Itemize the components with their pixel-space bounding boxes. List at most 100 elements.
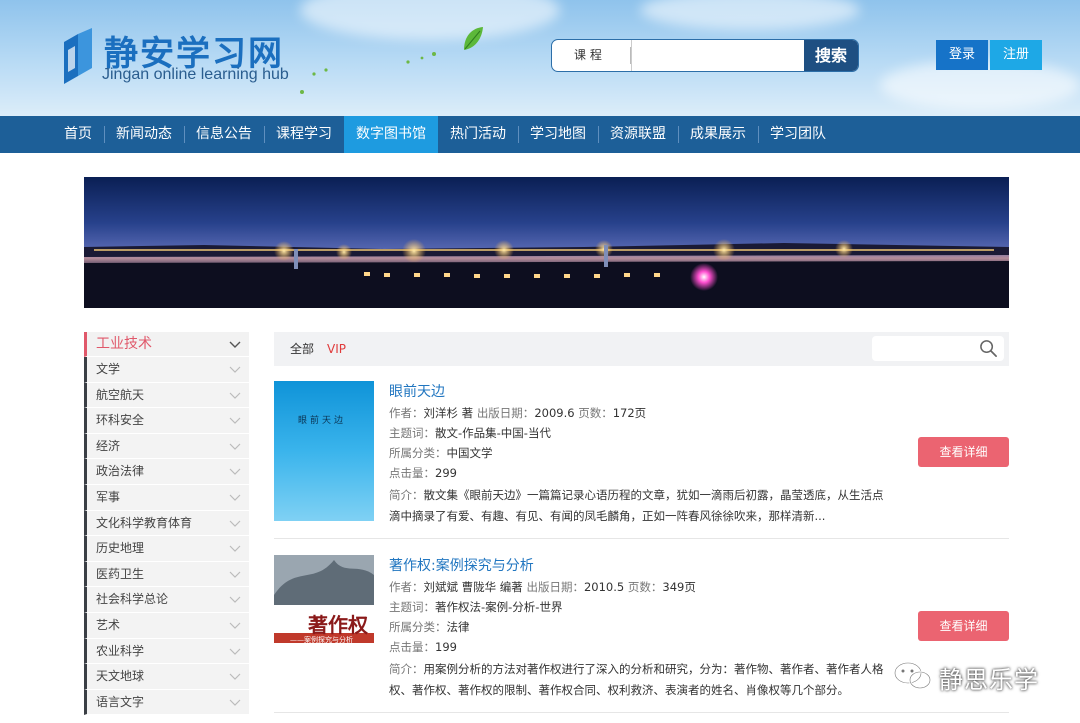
leaf-icon bbox=[464, 27, 483, 50]
book-cover[interactable]: 眼前天边 bbox=[274, 381, 374, 521]
book-summary: 简介：散文集《眼前天边》一篇篇记录心语历程的文章，犹如一滴雨后初露，晶莹透底，从… bbox=[389, 488, 884, 523]
view-details-button[interactable]: 查看详细 bbox=[918, 611, 1009, 641]
sidebar-item-label: 社会科学总论 bbox=[96, 592, 169, 607]
sidebar-item-economy[interactable]: 经济 bbox=[84, 433, 249, 460]
book-subject-line: 主题词：著作权法-案例-分析-世界 bbox=[389, 600, 563, 614]
book-list-item: 眼前天边 眼前天边 作者：刘洋杉 著 出版日期：2009.6 页数：172页 主… bbox=[274, 381, 1009, 541]
nav-item-resource-alliance[interactable]: 资源联盟 bbox=[598, 116, 678, 153]
banner-image bbox=[84, 177, 1009, 308]
book-author-line: 作者：刘斌斌 曹陇华 编著 出版日期：2010.5 页数：349页 bbox=[389, 580, 696, 594]
book-cover[interactable]: 著作权 ——案例探究与分析 bbox=[274, 555, 374, 695]
nav-item-home[interactable]: 首页 bbox=[52, 116, 104, 153]
logo-subtitle: Jingan online learning hub bbox=[102, 66, 289, 83]
sidebar-item-history-geography[interactable]: 历史地理 bbox=[84, 536, 249, 562]
sidebar-item-label: 天文地球 bbox=[96, 669, 145, 684]
logo-book-icon bbox=[64, 28, 92, 84]
chevron-down-icon bbox=[229, 699, 241, 706]
sidebar-item-military[interactable]: 军事 bbox=[84, 484, 249, 511]
sidebar-item-label: 环科安全 bbox=[96, 413, 145, 428]
sidebar-item-label: 文化科学教育体育 bbox=[96, 515, 193, 530]
leaf-sprinkles-icon bbox=[406, 52, 436, 64]
sidebar-item-label: 工业技术 bbox=[96, 336, 152, 352]
sidebar-item-agriculture[interactable]: 农业科学 bbox=[84, 638, 249, 665]
chevron-down-icon bbox=[229, 545, 241, 553]
nav-item-learning-teams[interactable]: 学习团队 bbox=[758, 116, 838, 153]
sidebar-item-label: 历史地理 bbox=[96, 541, 145, 556]
search-category-select[interactable]: 课 程 bbox=[552, 40, 632, 71]
sidebar-item-politics-law[interactable]: 政治法律 bbox=[84, 459, 249, 485]
book-cover-subtitle: ——案例探究与分析 bbox=[290, 636, 353, 644]
divider bbox=[274, 712, 1009, 713]
filter-all-tab[interactable]: 全部 bbox=[290, 332, 314, 366]
nav-item-activities[interactable]: 热门活动 bbox=[438, 116, 518, 153]
filter-vip-tab[interactable]: VIP bbox=[327, 332, 346, 366]
book-clicks-line: 点击量：199 bbox=[389, 640, 457, 654]
leaf-sprinkles-icon bbox=[300, 68, 328, 94]
book-cover-title: 著作权 bbox=[308, 613, 368, 637]
nav-item-courses[interactable]: 课程学习 bbox=[264, 116, 344, 153]
sidebar-item-environment-safety[interactable]: 环科安全 bbox=[84, 408, 249, 434]
sidebar-item-label: 语言文字 bbox=[96, 694, 145, 709]
book-title[interactable]: 眼前天边 bbox=[389, 381, 445, 401]
wechat-icon bbox=[893, 661, 932, 690]
chevron-down-icon bbox=[229, 417, 241, 425]
chevron-down-icon bbox=[229, 494, 241, 501]
book-subject-line: 主题词：散文-作品集-中国-当代 bbox=[389, 426, 551, 440]
sidebar-item-label: 经济 bbox=[96, 438, 121, 453]
sidebar-item-label: 政治法律 bbox=[96, 464, 145, 479]
chevron-down-icon bbox=[229, 443, 241, 450]
book-cover-title: 眼前天边 bbox=[298, 416, 347, 426]
divider bbox=[274, 538, 1009, 539]
wechat-watermark: 静思乐学 bbox=[893, 657, 1053, 695]
chevron-down-icon bbox=[229, 520, 241, 527]
chevron-down-icon bbox=[229, 392, 241, 399]
nav-item-notices[interactable]: 信息公告 bbox=[184, 116, 264, 153]
view-details-button[interactable]: 查看详细 bbox=[918, 437, 1009, 467]
chevron-down-icon bbox=[229, 366, 241, 373]
chevron-down-icon bbox=[229, 648, 241, 655]
cloud-decoration bbox=[300, 0, 560, 40]
sidebar-item-aerospace[interactable]: 航空航天 bbox=[84, 382, 249, 409]
chevron-down-icon bbox=[229, 468, 241, 476]
sidebar-item-industrial-tech[interactable]: 工业技术 bbox=[84, 332, 249, 357]
register-button[interactable]: 注册 bbox=[990, 40, 1042, 70]
night-city-illustration bbox=[84, 239, 1009, 308]
category-sidebar: 工业技术 文学 航空航天 环科安全 经济 政治法律 军事 文化科学教育体育 历史… bbox=[84, 332, 249, 716]
site-search: 课 程 搜索 bbox=[551, 39, 859, 72]
cloud-decoration bbox=[640, 0, 860, 30]
login-button[interactable]: 登录 bbox=[936, 40, 988, 70]
sidebar-item-label: 文学 bbox=[96, 362, 121, 376]
search-icon[interactable] bbox=[979, 339, 998, 358]
search-input[interactable] bbox=[638, 40, 802, 71]
nav-item-learning-map[interactable]: 学习地图 bbox=[518, 116, 598, 153]
library-search-input[interactable] bbox=[876, 338, 976, 359]
nav-item-digital-library[interactable]: 数字图书馆 bbox=[344, 116, 438, 153]
book-author-line: 作者：刘洋杉 著 出版日期：2009.6 页数：172页 bbox=[389, 406, 647, 420]
chevron-down-icon bbox=[229, 571, 241, 578]
sidebar-item-label: 医药卫生 bbox=[96, 566, 145, 581]
search-button[interactable]: 搜索 bbox=[804, 40, 858, 71]
sidebar-item-social-science[interactable]: 社会科学总论 bbox=[84, 587, 249, 613]
nav-item-news[interactable]: 新闻动态 bbox=[104, 116, 184, 153]
chevron-down-icon bbox=[229, 596, 241, 604]
filter-bar: 全部 VIP bbox=[274, 332, 1009, 366]
nav-item-achievements[interactable]: 成果展示 bbox=[678, 116, 758, 153]
main-nav: 首页 新闻动态 信息公告 课程学习 数字图书馆 热门活动 学习地图 资源联盟 成… bbox=[0, 116, 1080, 153]
book-clicks-line: 点击量：299 bbox=[389, 466, 457, 480]
site-header: 静安学习网 Jingan online learning hub 课 程 搜索 … bbox=[0, 0, 1080, 116]
sidebar-item-label: 艺术 bbox=[96, 617, 121, 632]
sidebar-item-astronomy-earth[interactable]: 天文地球 bbox=[84, 664, 249, 690]
sidebar-item-language[interactable]: 语言文字 bbox=[84, 689, 249, 716]
book-category-line: 所属分类：中国文学 bbox=[389, 446, 493, 460]
book-title[interactable]: 著作权:案例探究与分析 bbox=[389, 555, 534, 575]
sidebar-item-art[interactable]: 艺术 bbox=[84, 612, 249, 639]
sidebar-item-label: 航空航天 bbox=[96, 387, 145, 402]
sidebar-item-label: 军事 bbox=[96, 489, 121, 504]
book-summary: 简介：用案例分析的方法对著作权进行了深入的分析和研究，分为：著作物、著作者、著作… bbox=[389, 662, 884, 697]
library-search bbox=[872, 336, 1004, 361]
sidebar-item-literature[interactable]: 文学 bbox=[84, 357, 249, 383]
sidebar-item-culture-education[interactable]: 文化科学教育体育 bbox=[84, 510, 249, 537]
chevron-down-icon bbox=[229, 341, 241, 348]
chevron-down-icon bbox=[229, 622, 241, 629]
sidebar-item-medicine-health[interactable]: 医药卫生 bbox=[84, 561, 249, 588]
